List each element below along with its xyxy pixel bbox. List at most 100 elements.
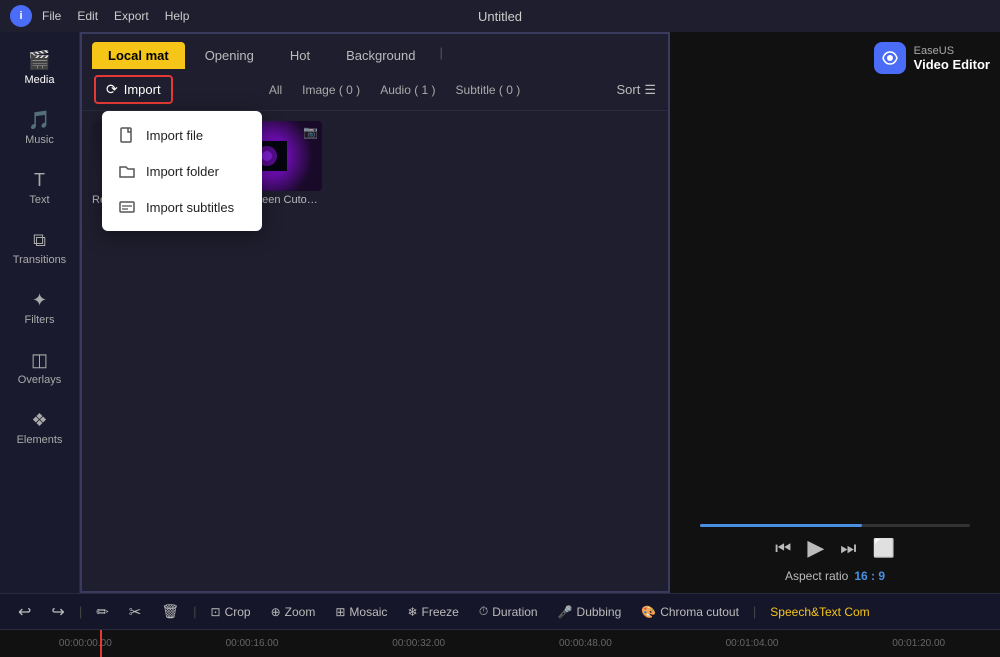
timeline-ruler: 00:00:00.00 00:00:16.00 00:00:32.00 00:0…	[0, 638, 1000, 649]
sort-button[interactable]: Sort ☰	[616, 82, 656, 98]
sidebar-elements-label: Elements	[9, 434, 71, 446]
prev-frame-button[interactable]: ⏮	[775, 538, 791, 559]
title-bar: i File Edit Export Help Untitled	[0, 0, 1000, 32]
menu-bar: File Edit Export Help	[42, 9, 189, 23]
aspect-ratio-value: 16 : 9	[854, 569, 885, 583]
left-sidebar: 🎬 Media 🎵 Music T Text ⧉ Transitions ✦ F…	[0, 32, 80, 593]
filter-subtitle[interactable]: Subtitle ( 0 )	[446, 81, 531, 99]
tab-opening[interactable]: Opening	[189, 42, 270, 69]
overlays-icon: ◫	[9, 350, 71, 371]
timeline-cursor	[100, 630, 102, 657]
import-folder-icon	[118, 162, 136, 180]
play-button[interactable]: ▶	[807, 535, 824, 561]
time-mark-5: 00:01:20.00	[833, 638, 1000, 649]
filters-icon: ✦	[9, 290, 71, 311]
aspect-ratio-row: Aspect ratio 16 : 9	[785, 569, 885, 583]
menu-help[interactable]: Help	[165, 9, 190, 23]
sidebar-item-filters[interactable]: ✦ Filters	[5, 282, 75, 334]
sidebar-item-text[interactable]: T Text	[5, 162, 75, 214]
media-icon: 🎬	[9, 50, 71, 71]
brand-name: EaseUS	[914, 45, 990, 57]
time-mark-4: 00:01:04.00	[667, 638, 834, 649]
delete-button[interactable]: 🗑	[153, 599, 187, 624]
cut-button[interactable]: ✂	[121, 599, 150, 625]
center-panel: Local mat Opening Hot Background | ⟳ Imp…	[80, 32, 670, 593]
tab-hot[interactable]: Hot	[274, 42, 326, 69]
import-bar: ⟳ Import Import file	[82, 69, 668, 111]
import-folder-label: Import folder	[146, 164, 219, 179]
import-label: Import	[124, 82, 161, 97]
import-file-icon	[118, 126, 136, 144]
text-icon: T	[9, 170, 71, 191]
easeus-branding: EaseUS Video Editor	[874, 42, 990, 74]
preview-area: EaseUS Video Editor ⏮ ▶ ⏭ ⬜ Aspect ratio…	[670, 32, 1000, 593]
sidebar-music-label: Music	[9, 134, 71, 146]
transitions-icon: ⧉	[9, 230, 71, 251]
next-frame-button[interactable]: ⏭	[840, 538, 856, 559]
tabs-row: Local mat Opening Hot Background |	[82, 34, 668, 69]
bottom-toolbar: ↩ ↪ | ✏ ✂ 🗑 | ⊡ Crop ⊕ Zoom ⊞ Mosaic ❄ F…	[0, 593, 1000, 629]
music-icon: 🎵	[9, 110, 71, 131]
camera-overlay-icon: 📷	[303, 125, 318, 139]
window-title: Untitled	[478, 9, 522, 24]
zoom-tool[interactable]: ⊕ Zoom	[263, 601, 324, 623]
easeus-text: EaseUS Video Editor	[914, 45, 990, 72]
sort-icon: ☰	[644, 82, 656, 98]
undo-button[interactable]: ↩	[10, 598, 39, 626]
sidebar-filters-label: Filters	[9, 314, 71, 326]
pen-button[interactable]: ✏	[88, 599, 117, 625]
filter-audio[interactable]: Audio ( 1 )	[370, 81, 445, 99]
stop-button[interactable]: ⬜	[872, 538, 894, 559]
import-button[interactable]: ⟳ Import	[94, 75, 173, 104]
tab-local[interactable]: Local mat	[92, 42, 185, 69]
aspect-ratio-label: Aspect ratio	[785, 569, 848, 583]
sidebar-item-overlays[interactable]: ◫ Overlays	[5, 342, 75, 394]
filter-image[interactable]: Image ( 0 )	[292, 81, 370, 99]
time-mark-1: 00:00:16.00	[167, 638, 334, 649]
crop-tool[interactable]: ⊡ Crop	[203, 601, 259, 623]
freeze-tool[interactable]: ❄ Freeze	[399, 601, 466, 623]
app-logo: i	[10, 5, 32, 27]
import-subtitles-label: Import subtitles	[146, 200, 234, 215]
tab-background[interactable]: Background	[330, 42, 431, 69]
preview-progress-bar[interactable]	[700, 524, 970, 527]
time-mark-0: 00:00:00.00	[0, 638, 167, 649]
dubbing-tool[interactable]: 🎤 Dubbing	[550, 601, 630, 623]
product-name: Video Editor	[914, 57, 990, 72]
chroma-tool[interactable]: 🎨 Chroma cutout	[633, 601, 747, 623]
sidebar-transitions-label: Transitions	[9, 254, 71, 266]
menu-export[interactable]: Export	[114, 9, 149, 23]
tab-separator: |	[439, 45, 442, 66]
progress-fill	[700, 524, 862, 527]
import-folder-item[interactable]: Import folder	[102, 153, 262, 189]
sidebar-text-label: Text	[9, 194, 71, 206]
sidebar-media-label: Media	[9, 74, 71, 86]
preview-controls: ⏮ ▶ ⏭ ⬜	[775, 535, 895, 561]
right-panel: EaseUS Video Editor ⏮ ▶ ⏭ ⬜ Aspect ratio…	[670, 32, 1000, 593]
redo-button[interactable]: ↪	[43, 598, 72, 626]
main-layout: 🎬 Media 🎵 Music T Text ⧉ Transitions ✦ F…	[0, 32, 1000, 593]
duration-tool[interactable]: ⏱ Duration	[471, 600, 546, 623]
time-mark-3: 00:00:48.00	[500, 638, 667, 649]
sidebar-item-music[interactable]: 🎵 Music	[5, 102, 75, 154]
timeline: 00:00:00.00 00:00:16.00 00:00:32.00 00:0…	[0, 629, 1000, 657]
sort-label: Sort	[616, 82, 640, 97]
menu-file[interactable]: File	[42, 9, 61, 23]
sidebar-overlays-label: Overlays	[9, 374, 71, 386]
divider-1: |	[79, 604, 82, 619]
import-dropdown: Import file Import folder	[102, 111, 262, 231]
sidebar-item-elements[interactable]: ❖ Elements	[5, 402, 75, 454]
import-subtitles-item[interactable]: Import subtitles	[102, 189, 262, 225]
elements-icon: ❖	[9, 410, 71, 431]
speech-text-tool[interactable]: Speech&Text Com	[762, 601, 877, 623]
mosaic-tool[interactable]: ⊞ Mosaic	[327, 601, 395, 623]
import-icon: ⟳	[106, 81, 118, 98]
menu-edit[interactable]: Edit	[77, 9, 98, 23]
divider-3: |	[753, 604, 756, 619]
filter-tabs: All Image ( 0 ) Audio ( 1 ) Subtitle ( 0…	[259, 81, 530, 99]
sidebar-item-media[interactable]: 🎬 Media	[5, 42, 75, 94]
import-file-item[interactable]: Import file	[102, 117, 262, 153]
sidebar-item-transitions[interactable]: ⧉ Transitions	[5, 222, 75, 274]
filter-all[interactable]: All	[259, 81, 292, 99]
easeus-logo	[874, 42, 906, 74]
